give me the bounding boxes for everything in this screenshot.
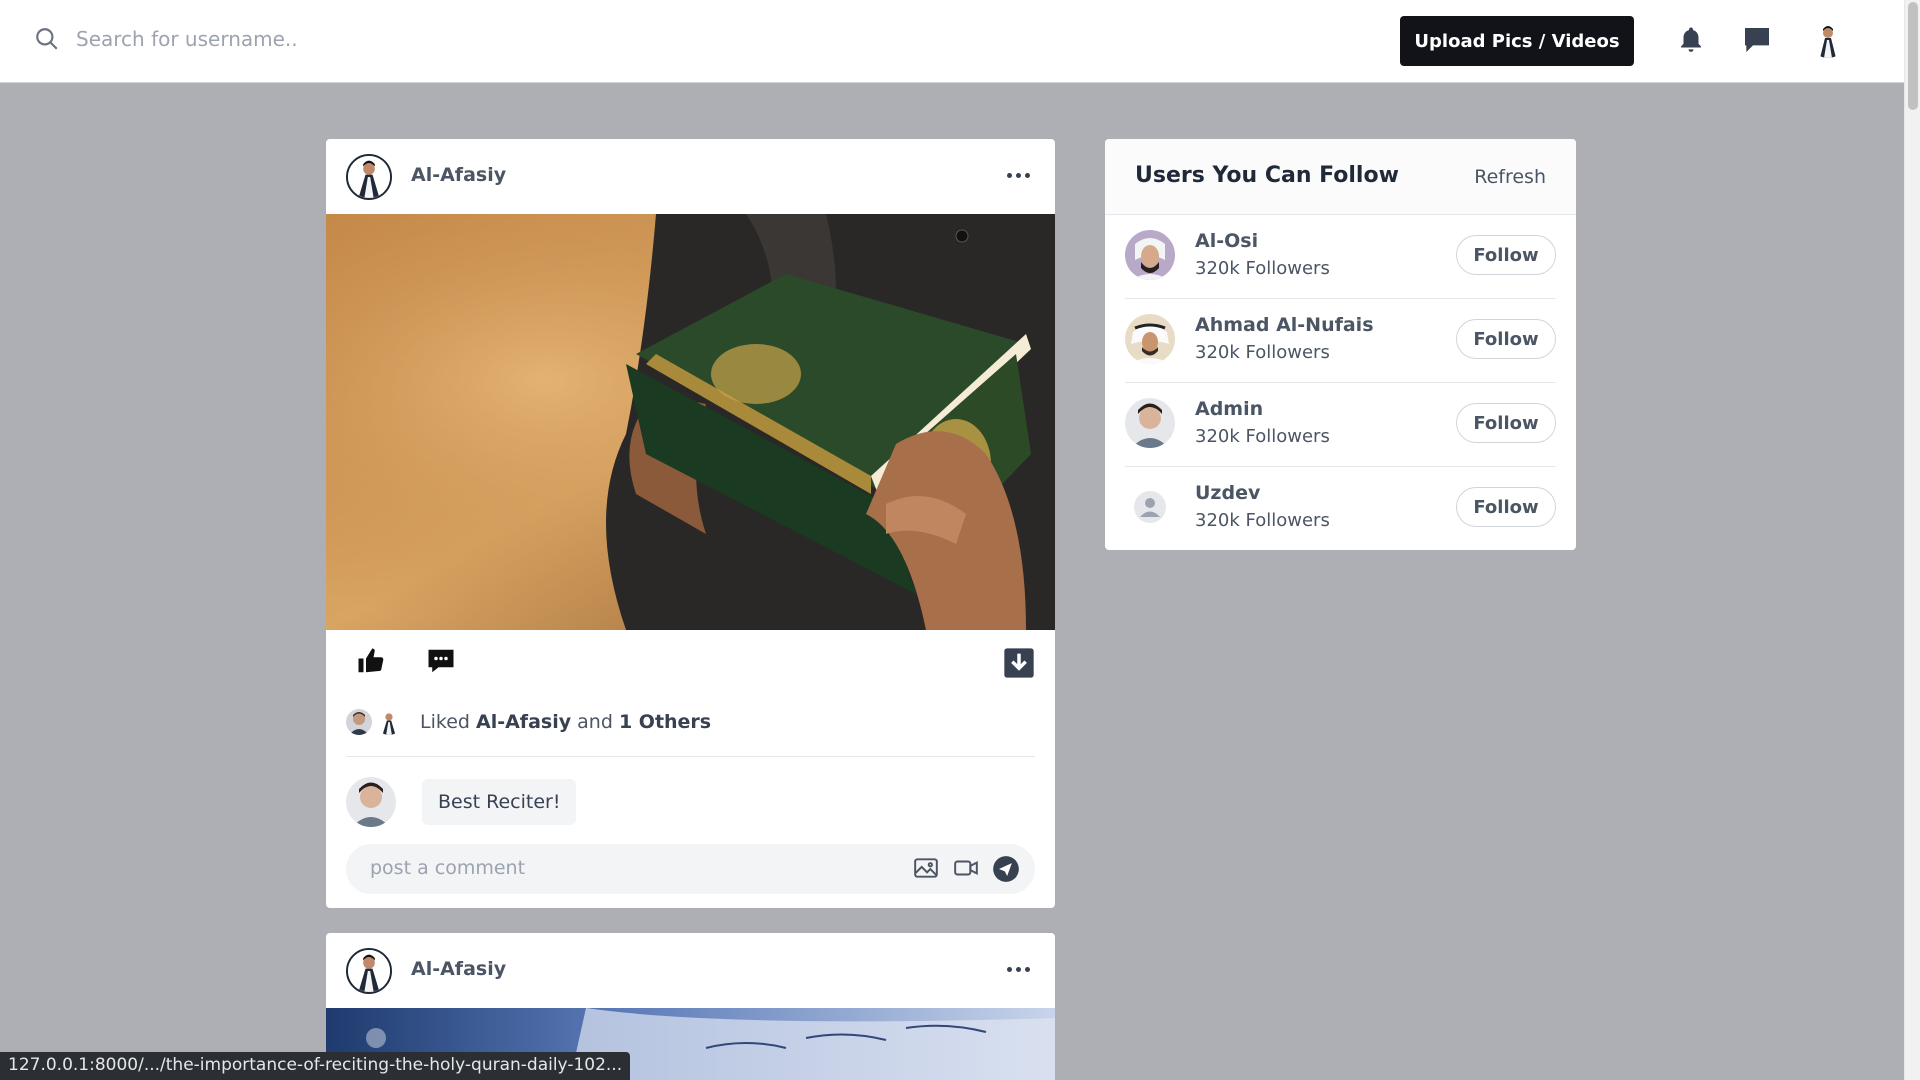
post-card: Al-Afasiy [326,139,1055,908]
message-icon[interactable] [1740,24,1774,56]
comment-input-box [346,844,1035,894]
liked-others-link[interactable]: 1 Others [619,711,711,733]
liked-user-link[interactable]: Al-Afasiy [476,711,571,733]
panel-title: Users You Can Follow [1135,163,1399,188]
like-icon[interactable] [356,646,386,676]
suggested-user-row: Al-Osi 320k Followers Follow [1125,215,1556,299]
comment-input[interactable] [370,857,890,879]
refresh-button[interactable]: Refresh [1474,166,1546,188]
post-header: Al-Afasiy [326,139,1055,214]
more-options-icon[interactable] [1003,957,1033,981]
avatar-image [348,950,390,992]
profile-avatar[interactable] [1810,22,1846,58]
avatar-image [348,156,390,198]
follower-count: 320k Followers [1195,510,1330,531]
user-avatar[interactable] [1125,482,1175,532]
comment-text: Best Reciter! [422,779,577,825]
suggested-user-row: Uzdev 320k Followers Follow [1125,467,1556,551]
upload-button[interactable]: Upload Pics / Videos [1400,16,1634,66]
suggested-users-panel: Users You Can Follow Refresh Al-Osi 320k… [1105,139,1576,550]
video-icon[interactable] [952,855,980,881]
liker-avatar [346,709,372,735]
follower-count: 320k Followers [1195,342,1330,363]
follower-count: 320k Followers [1195,258,1330,279]
scrollbar-thumb[interactable] [1908,2,1918,110]
search-icon [36,28,58,50]
follower-count: 320k Followers [1195,426,1330,447]
bell-icon[interactable] [1676,24,1706,56]
post-author-avatar[interactable] [346,948,392,994]
panel-header: Users You Can Follow Refresh [1105,139,1576,215]
liker-avatar [376,709,402,735]
more-options-icon[interactable] [1003,163,1033,187]
follow-button[interactable]: Follow [1456,319,1556,359]
comment-icon[interactable] [426,646,456,676]
likes-text: Liked Al-Afasiy and 1 Others [420,711,712,733]
post-image[interactable] [326,214,1055,630]
link-status-bar: 127.0.0.1:8000/.../the-importance-of-rec… [0,1052,631,1080]
post-author-name[interactable]: Al-Afasiy [411,164,506,186]
image-icon[interactable] [912,855,940,881]
follow-button[interactable]: Follow [1456,487,1556,527]
send-icon[interactable] [992,855,1020,883]
user-name[interactable]: Al-Osi [1195,230,1258,252]
user-avatar[interactable] [1125,314,1175,364]
post-author-name[interactable]: Al-Afasiy [411,958,506,980]
likes-summary: Liked Al-Afasiy and 1 Others [346,709,711,735]
download-icon[interactable] [1003,646,1035,680]
top-navbar: Upload Pics / Videos [0,0,1904,83]
page-scrollbar[interactable] [1904,0,1920,1080]
comment-item: Best Reciter! [346,777,577,827]
post-actions [326,630,1055,698]
suggested-user-row: Admin 320k Followers Follow [1125,383,1556,467]
search-bar [34,26,476,52]
suggested-user-row: Ahmad Al-Nufais 320k Followers Follow [1125,299,1556,383]
commenter-avatar[interactable] [346,777,396,827]
user-avatar[interactable] [1125,398,1175,448]
user-name[interactable]: Ahmad Al-Nufais [1195,314,1374,336]
post-author-avatar[interactable] [346,154,392,200]
user-name[interactable]: Admin [1195,398,1263,420]
search-input[interactable] [76,27,476,51]
user-avatar[interactable] [1125,230,1175,280]
follow-button[interactable]: Follow [1456,235,1556,275]
post-header: Al-Afasiy [326,933,1055,1008]
follow-button[interactable]: Follow [1456,403,1556,443]
divider [346,756,1035,757]
user-name[interactable]: Uzdev [1195,482,1260,504]
avatar-image [1810,22,1846,58]
quran-reading-photo [326,214,1055,630]
